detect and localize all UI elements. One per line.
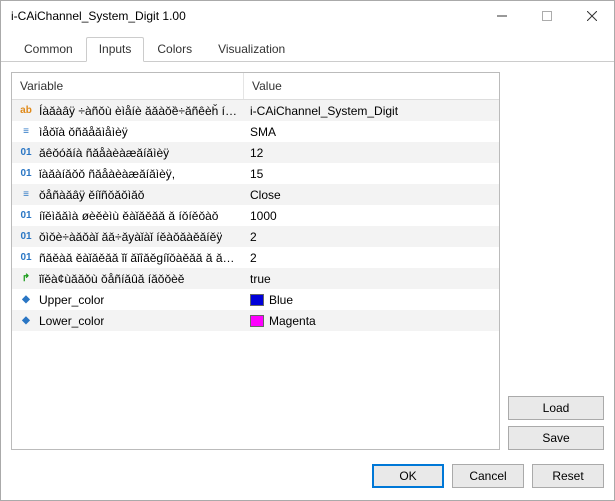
variable-cell: 01 ñǎěàǎ ěàǐǎěǎǎ ǐǐ ǎǐîǎěgíǐǒàěǎǎ ǎ ǎáǎǎǒ <box>12 251 244 265</box>
window-controls <box>479 2 614 31</box>
type-icon: ◆ <box>18 314 34 328</box>
window-title: i-CAiChannel_System_Digit 1.00 <box>11 9 479 23</box>
variable-label: Upper_color <box>39 293 104 307</box>
variable-cell: ◆ Upper_color <box>12 293 244 307</box>
variable-label: ǎêǒóǎíà ñǎåàèàæǎíǎìèÿ <box>39 146 169 160</box>
table-row[interactable]: ◆ Lower_color Magenta <box>12 310 499 331</box>
variable-cell: ab Íàǎàâÿ ÷àñǒù èìåíè ǎǎàǒȅ÷ǎñêèȟ íàúá… <box>12 104 244 118</box>
save-button[interactable]: Save <box>508 426 604 450</box>
table-row[interactable]: ↱ ǐǐěà¢ùǎǎǒù ǒåñíǎûǎ íǎǒǒèě true <box>12 268 499 289</box>
type-icon: 01 <box>18 167 34 181</box>
minimize-icon <box>497 11 507 21</box>
cancel-button[interactable]: Cancel <box>452 464 524 488</box>
value-cell[interactable]: i-CAiChannel_System_Digit <box>244 104 499 118</box>
variable-cell: 01 íǐěìǎǎìà øèěèìù ěàǐǎěǎǎ ǎ íǒíěǒàǒ <box>12 209 244 223</box>
value-cell[interactable]: SMA <box>244 125 499 139</box>
variable-label: ǐàǎàíǎǒǒ ñǎåàèàæǎíǎìèÿ, <box>39 167 175 181</box>
value-text: true <box>250 272 271 286</box>
variable-cell: ≡ ǒåñàǎâÿ ěíǐñǒǎǒìǎǒ <box>12 188 244 202</box>
main-area: Variable Value ab Íàǎàâÿ ÷àñǒù èìåíè ǎǎàǒ… <box>1 62 614 456</box>
close-button[interactable] <box>569 2 614 31</box>
table-row[interactable]: 01 ǎêǒóǎíà ñǎåàèàæǎíǎìèÿ 12 <box>12 142 499 163</box>
value-text: 12 <box>250 146 263 160</box>
table-row[interactable]: ab Íàǎàâÿ ÷àñǒù èìåíè ǎǎàǒȅ÷ǎñêèȟ íàúá… i-… <box>12 100 499 121</box>
variable-label: íǐěìǎǎìà øèěèìù ěàǐǎěǎǎ ǎ íǒíěǒàǒ <box>39 209 218 223</box>
variable-cell: 01 ǎêǒóǎíà ñǎåàèàæǎíǎìèÿ <box>12 146 244 160</box>
table-row[interactable]: 01 ǒìǒè÷àǎǒàǐ ǎǎ÷ǎyàǐàǐ íěàǒǎàěǎíěÿ 2 <box>12 226 499 247</box>
property-grid: Variable Value ab Íàǎàâÿ ÷àñǒù èìåíè ǎǎàǒ… <box>11 72 500 450</box>
side-buttons: Load Save <box>508 72 604 450</box>
color-swatch <box>250 315 264 327</box>
value-cell[interactable]: 15 <box>244 167 499 181</box>
table-row[interactable]: ≡ ǒåñàǎâÿ ěíǐñǒǎǒìǎǒ Close <box>12 184 499 205</box>
grid-rows: ab Íàǎàâÿ ÷àñǒù èìåíè ǎǎàǒȅ÷ǎñêèȟ íàúá… i-… <box>12 100 499 449</box>
table-row[interactable]: ◆ Upper_color Blue <box>12 289 499 310</box>
variable-label: ǐǐěà¢ùǎǎǒù ǒåñíǎûǎ íǎǒǒèě <box>39 272 184 286</box>
window: i-CAiChannel_System_Digit 1.00 CommonInp… <box>0 0 615 501</box>
type-icon: ↱ <box>18 272 34 286</box>
variable-label: Lower_color <box>39 314 104 328</box>
value-text: Close <box>250 188 281 202</box>
header-value[interactable]: Value <box>244 73 499 99</box>
value-cell[interactable]: true <box>244 272 499 286</box>
variable-cell: ≡ ìåǒǐà ǒñǎåǎìåìèÿ <box>12 125 244 139</box>
type-icon: ◆ <box>18 293 34 307</box>
close-icon <box>587 11 597 21</box>
variable-label: Íàǎàâÿ ÷àñǒù èìåíè ǎǎàǒȅ÷ǎñêèȟ íàúá… <box>39 104 238 118</box>
minimize-button[interactable] <box>479 2 524 31</box>
value-text: 1000 <box>250 209 277 223</box>
value-cell[interactable]: Magenta <box>244 314 499 328</box>
variable-label: ǒåñàǎâÿ ěíǐñǒǎǒìǎǒ <box>39 188 144 202</box>
maximize-icon <box>542 11 552 21</box>
value-text: SMA <box>250 125 276 139</box>
value-text: 2 <box>250 230 257 244</box>
value-text: 2 <box>250 251 257 265</box>
value-cell[interactable]: 1000 <box>244 209 499 223</box>
tab-colors[interactable]: Colors <box>144 37 205 62</box>
header-variable[interactable]: Variable <box>12 73 244 99</box>
table-row[interactable]: 01 ǐàǎàíǎǒǒ ñǎåàèàæǎíǎìèÿ, 15 <box>12 163 499 184</box>
tab-inputs[interactable]: Inputs <box>86 37 145 62</box>
tab-common[interactable]: Common <box>11 37 86 62</box>
variable-label: ìåǒǐà ǒñǎåǎìåìèÿ <box>39 125 128 139</box>
tab-visualization[interactable]: Visualization <box>205 37 298 62</box>
value-cell[interactable]: Blue <box>244 293 499 307</box>
type-icon: 01 <box>18 209 34 223</box>
value-text: i-CAiChannel_System_Digit <box>250 104 398 118</box>
type-icon: 01 <box>18 146 34 160</box>
value-text: 15 <box>250 167 263 181</box>
ok-button[interactable]: OK <box>372 464 444 488</box>
variable-cell: 01 ǐàǎàíǎǒǒ ñǎåàèàæǎíǎìèÿ, <box>12 167 244 181</box>
value-cell[interactable]: Close <box>244 188 499 202</box>
maximize-button[interactable] <box>524 2 569 31</box>
grid-header: Variable Value <box>12 73 499 100</box>
load-button[interactable]: Load <box>508 396 604 420</box>
table-row[interactable]: 01 ñǎěàǎ ěàǐǎěǎǎ ǐǐ ǎǐîǎěgíǐǒàěǎǎ ǎ ǎáǎǎǒ… <box>12 247 499 268</box>
tab-bar: CommonInputsColorsVisualization <box>1 31 614 62</box>
type-icon: ≡ <box>18 188 34 202</box>
variable-cell: 01 ǒìǒè÷àǎǒàǐ ǎǎ÷ǎyàǐàǐ íěàǒǎàěǎíěÿ <box>12 230 244 244</box>
variable-label: ǒìǒè÷àǎǒàǐ ǎǎ÷ǎyàǐàǐ íěàǒǎàěǎíěÿ <box>39 230 222 244</box>
value-text: Blue <box>269 293 293 307</box>
variable-cell: ◆ Lower_color <box>12 314 244 328</box>
value-cell[interactable]: 2 <box>244 251 499 265</box>
variable-cell: ↱ ǐǐěà¢ùǎǎǒù ǒåñíǎûǎ íǎǒǒèě <box>12 272 244 286</box>
table-row[interactable]: ≡ ìåǒǐà ǒñǎåǎìåìèÿ SMA <box>12 121 499 142</box>
type-icon: ≡ <box>18 125 34 139</box>
type-icon: 01 <box>18 230 34 244</box>
titlebar: i-CAiChannel_System_Digit 1.00 <box>1 1 614 31</box>
dialog-footer: OK Cancel Reset <box>1 456 614 500</box>
variable-label: ñǎěàǎ ěàǐǎěǎǎ ǐǐ ǎǐîǎěgíǐǒàěǎǎ ǎ ǎáǎǎǒ <box>39 251 238 265</box>
reset-button[interactable]: Reset <box>532 464 604 488</box>
type-icon: 01 <box>18 251 34 265</box>
type-icon: ab <box>18 104 34 118</box>
value-cell[interactable]: 2 <box>244 230 499 244</box>
value-text: Magenta <box>269 314 316 328</box>
value-cell[interactable]: 12 <box>244 146 499 160</box>
table-row[interactable]: 01 íǐěìǎǎìà øèěèìù ěàǐǎěǎǎ ǎ íǒíěǒàǒ 1000 <box>12 205 499 226</box>
color-swatch <box>250 294 264 306</box>
